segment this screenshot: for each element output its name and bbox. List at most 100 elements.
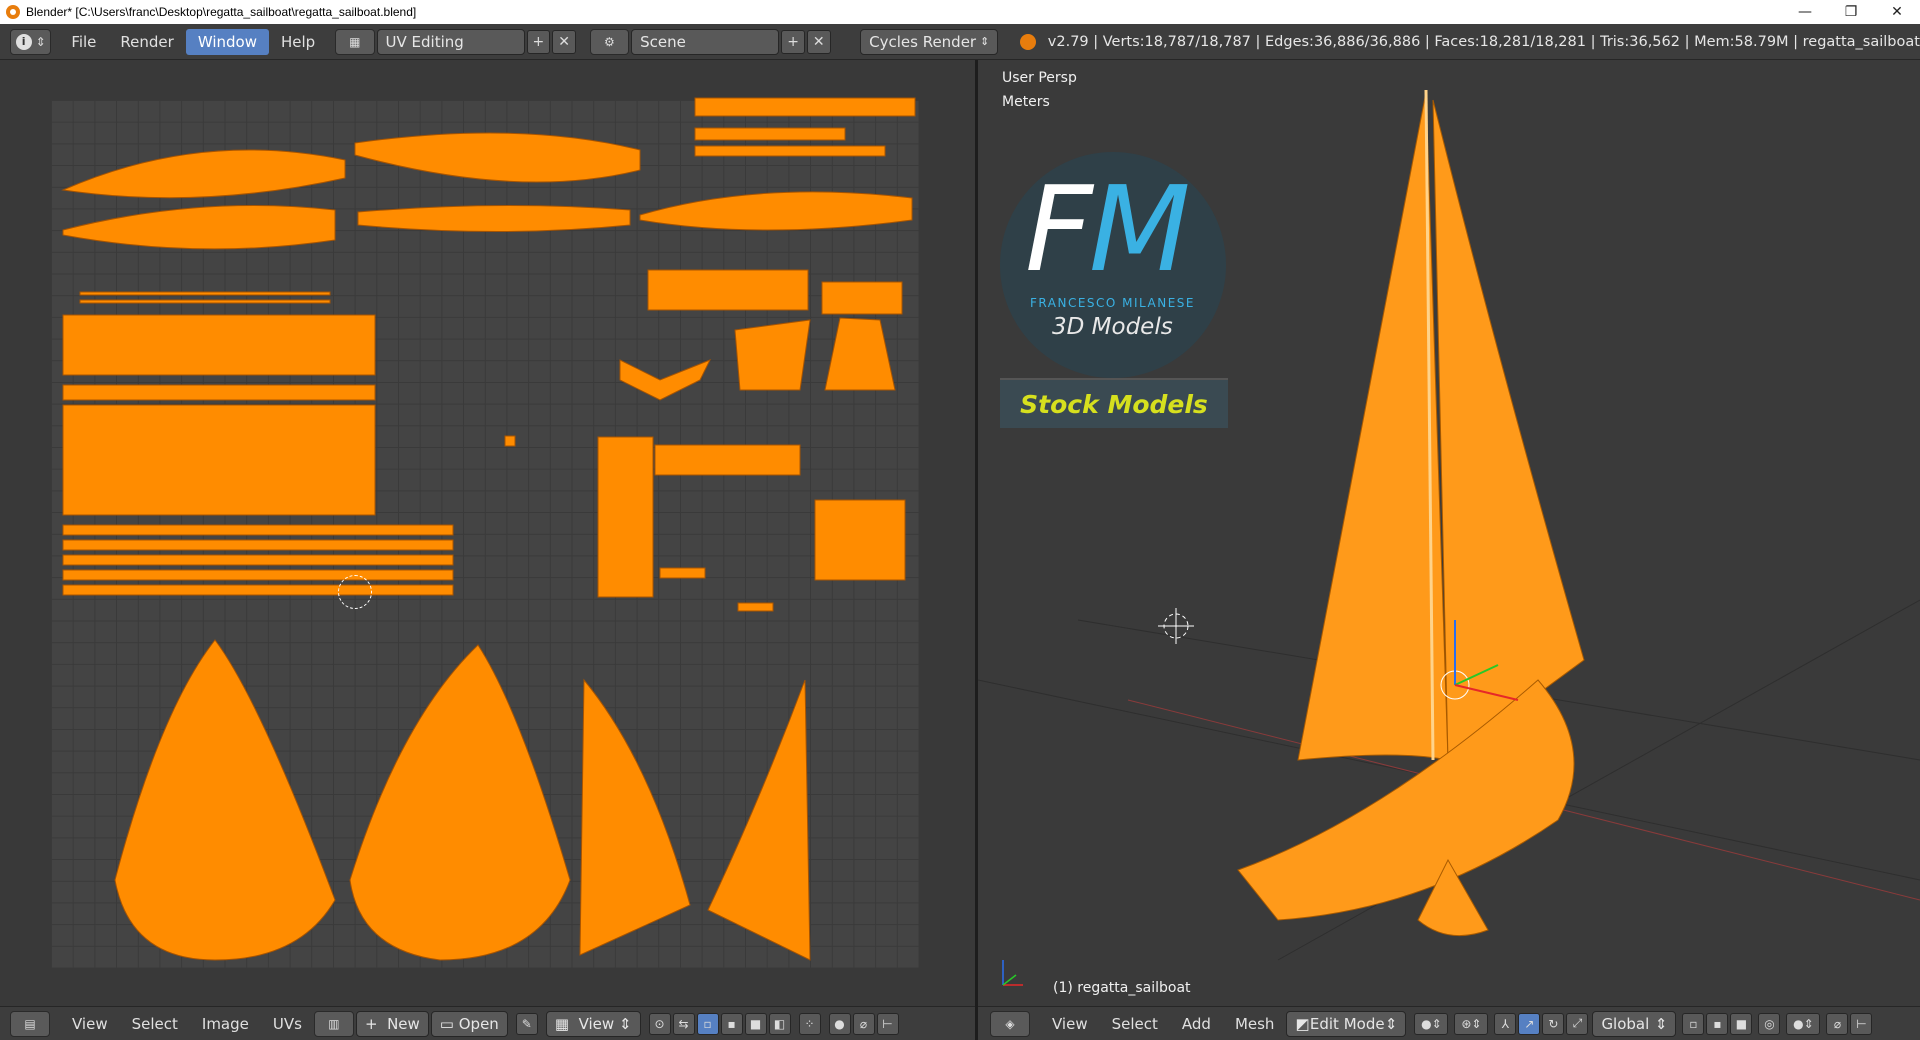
minimize-button[interactable]: —: [1782, 0, 1828, 24]
scene-selector-button[interactable]: ⚙: [589, 28, 630, 55]
menu-file[interactable]: File: [59, 29, 108, 55]
add-layout-button[interactable]: +: [526, 29, 551, 54]
uv-island-rod-1: [79, 291, 331, 296]
uv-menu-view[interactable]: View: [60, 1015, 120, 1033]
rotate-manipulator-icon[interactable]: ↻: [1542, 1012, 1565, 1035]
vertex-mode-icon[interactable]: ▫: [1682, 1012, 1705, 1035]
uv-island-plank-5: [62, 584, 454, 596]
uv-island-seat: [824, 317, 896, 391]
title-bar: Blender* [C:\Users\franc\Desktop\regatta…: [0, 0, 1920, 24]
edge-mode-icon[interactable]: ▪: [1706, 1012, 1729, 1035]
pivot-point-icon[interactable]: ⊛⇕: [1454, 1012, 1489, 1035]
plus-icon: +: [364, 1014, 378, 1033]
uv-island-cabin-2: [821, 281, 903, 315]
layout-name-field[interactable]: UV Editing: [376, 28, 525, 55]
uv-island-sail-2: [349, 644, 571, 961]
uv-island-wheel: [814, 499, 906, 581]
open-image-button[interactable]: ▭ Open: [430, 1010, 508, 1037]
uv-island-bar: [659, 567, 706, 579]
pivot-icon[interactable]: ⊙: [648, 1012, 671, 1035]
info-header: i ⇕ File Render Window Help ▦ UV Editing…: [0, 24, 1920, 60]
3d-menu-view[interactable]: View: [1040, 1015, 1100, 1033]
mode-text: Edit Mode: [1309, 1014, 1385, 1033]
transform-orientation-select[interactable]: Global ⇕: [1592, 1010, 1677, 1037]
layout-selector-button[interactable]: ▦: [335, 28, 375, 55]
vertex-select-icon[interactable]: ▫: [696, 1012, 719, 1035]
uv-editor-header: ▤ View Select Image UVs ▥ + New ▭ Open ✎…: [0, 1006, 975, 1040]
limit-selection-icon[interactable]: ◎: [1758, 1012, 1781, 1035]
sync-selection-icon[interactable]: ⇆: [672, 1012, 695, 1035]
restore-button[interactable]: ❐: [1828, 0, 1874, 24]
scale-manipulator-icon[interactable]: ⤢: [1566, 1012, 1589, 1035]
editor-type-info-button[interactable]: i ⇕: [10, 28, 52, 55]
uv-island-plank-3: [62, 554, 454, 566]
uv-cursor-icon[interactable]: [338, 575, 372, 609]
uv-image-editor[interactable]: [0, 60, 975, 1006]
close-button[interactable]: ✕: [1874, 0, 1920, 24]
editor-type-3d-button[interactable]: ◈: [990, 1010, 1030, 1037]
new-label: New: [387, 1014, 420, 1033]
add-scene-button[interactable]: +: [781, 29, 805, 54]
layout-name-text: UV Editing: [385, 32, 464, 51]
menu-render[interactable]: Render: [108, 29, 185, 55]
uv-island-rod-2: [79, 299, 331, 304]
proportional-edit-icon[interactable]: ●: [828, 1012, 851, 1035]
translate-manipulator-icon[interactable]: ↗: [1518, 1012, 1541, 1035]
uv-island-panel: [654, 444, 801, 476]
menu-window[interactable]: Window: [185, 28, 269, 55]
uv-island-jib-2: [707, 679, 811, 961]
uv-island-jib-1: [579, 678, 691, 956]
snap-3d-icon[interactable]: ⌀: [1826, 1012, 1849, 1035]
mainsail: [1297, 91, 1449, 761]
uv-island-small-bar: [737, 602, 774, 612]
editor-type-button[interactable]: ▤: [10, 1010, 50, 1037]
uv-island-parts-block-1: [62, 314, 376, 376]
shading-mode-icon[interactable]: ●⇕: [1414, 1012, 1449, 1035]
uv-island-cabin-1: [647, 269, 809, 311]
interaction-mode-select[interactable]: ◩ Edit Mode ⇕: [1286, 1010, 1407, 1037]
image-browse-button[interactable]: ▥: [313, 1010, 354, 1037]
proportional-edit-3d-icon[interactable]: ●⇕: [1786, 1012, 1821, 1035]
info-icon: i: [15, 33, 32, 50]
uv-island-plank-2: [62, 539, 454, 551]
render-engine-select[interactable]: Cycles Render ⇕: [860, 28, 999, 55]
chevron-updown-icon: ⇕: [35, 34, 46, 49]
sticky-mode-icon[interactable]: ⁘: [798, 1012, 821, 1035]
scene-name-field[interactable]: Scene: [631, 28, 780, 55]
uv-island-fittings-1: [694, 97, 916, 117]
view-mode-select[interactable]: ▦ View ⇕: [545, 1010, 641, 1037]
view-icon: ▦: [554, 1014, 570, 1033]
snap-element-icon[interactable]: ⊢: [1850, 1012, 1873, 1035]
chevron-updown-icon: ⇕: [980, 35, 990, 48]
uv-island-parts-strip: [62, 384, 376, 401]
snap-icon[interactable]: ⌀: [852, 1012, 875, 1035]
island-select-icon[interactable]: ◧: [768, 1012, 791, 1035]
uv-menu-image[interactable]: Image: [190, 1015, 261, 1033]
logo-tagline: 3D Models: [1052, 314, 1173, 340]
face-mode-icon[interactable]: ■: [1730, 1012, 1753, 1035]
edge-select-icon[interactable]: ▪: [720, 1012, 743, 1035]
render-engine-text: Cycles Render: [869, 32, 977, 51]
remove-scene-button[interactable]: ✕: [806, 29, 831, 54]
remove-layout-button[interactable]: ✕: [552, 29, 576, 54]
uv-island-fittings-2: [694, 127, 846, 141]
3d-view-header: ◈ View Select Add Mesh ◩ Edit Mode ⇕ ●⇕ ⊛⇕…: [978, 1006, 1920, 1040]
face-select-icon[interactable]: ■: [744, 1012, 767, 1035]
logo-letter-f: F: [1025, 160, 1093, 298]
uv-island-parts-block-2: [62, 404, 376, 516]
3d-menu-add[interactable]: Add: [1170, 1015, 1223, 1033]
uv-island-tiny: [504, 435, 516, 447]
3d-menu-select[interactable]: Select: [1100, 1015, 1170, 1033]
uv-islands[interactable]: [0, 60, 975, 1006]
new-image-button[interactable]: + New: [355, 1010, 429, 1037]
manipulator-toggle-icon[interactable]: ⅄: [1494, 1012, 1517, 1035]
3d-menu-mesh[interactable]: Mesh: [1223, 1015, 1287, 1033]
uv-menu-select[interactable]: Select: [120, 1015, 190, 1033]
snap-target-icon[interactable]: ⊢: [876, 1012, 899, 1035]
uv-menu-uvs[interactable]: UVs: [261, 1015, 314, 1033]
pin-icon[interactable]: ✎: [515, 1012, 538, 1035]
image-icon: ▥: [328, 1016, 340, 1031]
menu-help[interactable]: Help: [269, 29, 327, 55]
open-label: Open: [458, 1014, 499, 1033]
active-object-label: (1) regatta_sailboat: [1053, 980, 1191, 996]
